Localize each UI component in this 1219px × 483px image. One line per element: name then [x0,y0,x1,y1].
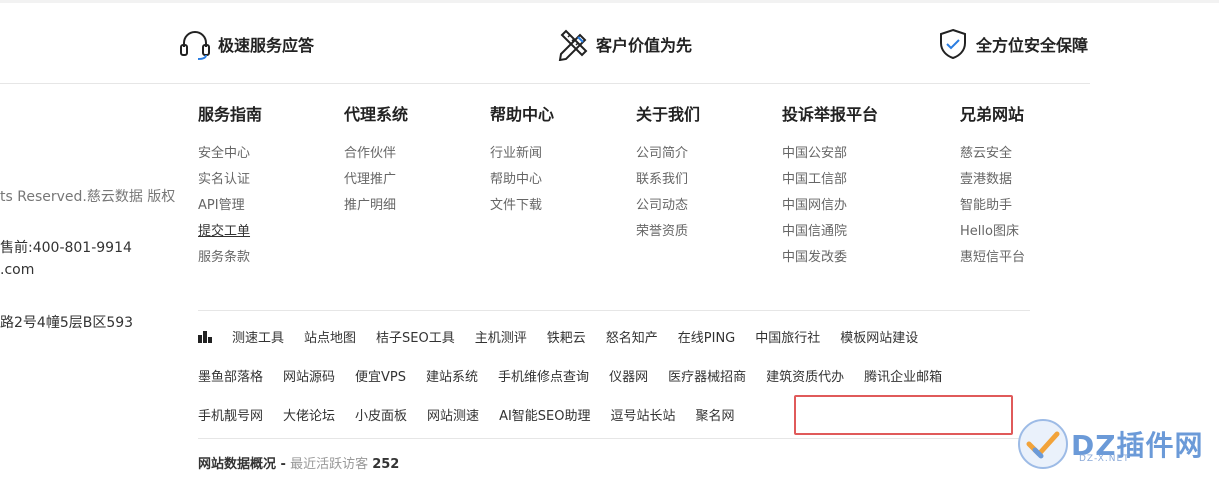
column-title: 投诉举报平台 [782,105,879,124]
friend-link[interactable]: 网站测速 [427,405,479,424]
email-text: .com [0,262,35,278]
sales-phone: 售前:400-801-9914 [0,240,132,256]
column-about-us: 关于我们 公司简介 联系我们 公司动态 荣誉资质 [636,104,700,248]
copyright-text: ts Reserved.慈云数据 版权 [0,189,176,205]
column-title: 帮助中心 [490,105,555,124]
friend-link[interactable]: 中国旅行社 [755,327,820,346]
pencil-ruler-icon [558,29,588,61]
dz-watermark: DZ插件网 DZ-X.NET [1015,414,1219,474]
site-stats: 网站数据概况 - 最近活跃访客 252 [198,453,399,472]
shield-check-icon [940,28,966,60]
friend-link[interactable]: 大佬论坛 [283,405,335,424]
feature-label: 极速服务应答 [218,36,315,55]
column-title: 兄弟网站 [960,105,1025,124]
column-service-guide: 服务指南 安全中心 实名认证 API管理 提交工单 服务条款 [198,104,262,274]
link-ndrc[interactable]: 中国发改委 [782,241,878,274]
friend-links-row-3: 手机靓号网 大佬论坛 小皮面板 网站测速 AI智能SEO助理 逗号站长站 聚名网 [198,405,755,424]
column-sister-sites: 兄弟网站 慈云安全 壹港数据 智能助手 Hello图床 惠短信平台 [960,104,1025,274]
stats-label: 网站数据概况 - [198,457,286,472]
friend-link[interactable]: 模板网站建设 [840,327,918,346]
feature-divider [0,83,1090,84]
friend-link[interactable]: 手机维修点查询 [498,366,589,385]
column-title: 代理系统 [344,105,409,124]
column-help-center: 帮助中心 行业新闻 帮助中心 文件下载 [490,104,554,222]
friend-link[interactable]: 手机靓号网 [198,405,263,424]
link-honors[interactable]: 荣誉资质 [636,215,700,248]
feature-security: 全方位安全保障 [936,26,1088,62]
column-complaint-platform: 投诉举报平台 中国公安部 中国工信部 中国网信办 中国信通院 中国发改委 [782,104,878,274]
address-text: 路2号4幢5层B区593 [0,315,134,331]
friend-link[interactable]: 逗号站长站 [611,405,676,424]
friend-link[interactable]: 桔子SEO工具 [376,327,455,346]
friend-link[interactable]: 仪器网 [609,366,648,385]
headset-icon [180,31,210,60]
friend-link[interactable]: 测速工具 [232,327,284,346]
friend-link[interactable]: 主机测评 [475,327,527,346]
friend-link[interactable]: 医疗器械招商 [668,366,746,385]
friend-link[interactable]: 铁耙云 [547,327,586,346]
feature-fast-response: 极速服务应答 [178,26,314,62]
link-file-download[interactable]: 文件下载 [490,189,554,222]
link-sms-platform[interactable]: 惠短信平台 [960,241,1025,274]
friend-link[interactable]: 建站系统 [426,366,478,385]
link-terms[interactable]: 服务条款 [198,241,262,274]
friend-link[interactable]: 建筑资质代办 [766,366,844,385]
feature-label: 全方位安全保障 [976,36,1089,55]
feature-label: 客户价值为先 [596,36,693,55]
link-promo-details[interactable]: 推广明细 [344,189,408,222]
visitors-label: 最近活跃访客 [290,457,369,472]
column-title: 关于我们 [636,105,701,124]
friend-link[interactable]: 腾讯企业邮箱 [864,366,942,385]
friend-link[interactable]: 便宜VPS [355,366,406,385]
column-agent-system: 代理系统 合作伙伴 代理推广 推广明细 [344,104,408,222]
friend-link[interactable]: 墨鱼部落格 [198,366,263,385]
friend-links-row-2: 墨鱼部落格 网站源码 便宜VPS 建站系统 手机维修点查询 仪器网 医疗器械招商… [198,366,962,385]
friend-link[interactable]: 小皮面板 [355,405,407,424]
top-border [0,0,1219,3]
watermark-logo-icon [1018,419,1068,469]
friend-link[interactable]: 站点地图 [304,327,356,346]
feature-customer-value: 客户价值为先 [556,26,692,62]
links-divider [198,310,1030,311]
friend-link[interactable]: 在线PING [678,327,735,346]
highlight-box [794,395,1013,435]
friend-link[interactable]: 怒名知产 [606,327,658,346]
visitors-count: 252 [372,457,400,472]
friend-link[interactable]: 网站源码 [283,366,335,385]
friend-link[interactable]: 聚名网 [696,405,735,424]
friend-links-row-1: 测速工具 站点地图 桔子SEO工具 主机测评 铁耙云 怒名知产 在线PING 中… [198,327,938,346]
column-title: 服务指南 [198,105,263,124]
watermark-subtext: DZ-X.NET [1079,454,1130,464]
stats-divider [198,438,1030,439]
bar-chart-icon [198,330,212,343]
friend-link[interactable]: AI智能SEO助理 [499,405,590,424]
